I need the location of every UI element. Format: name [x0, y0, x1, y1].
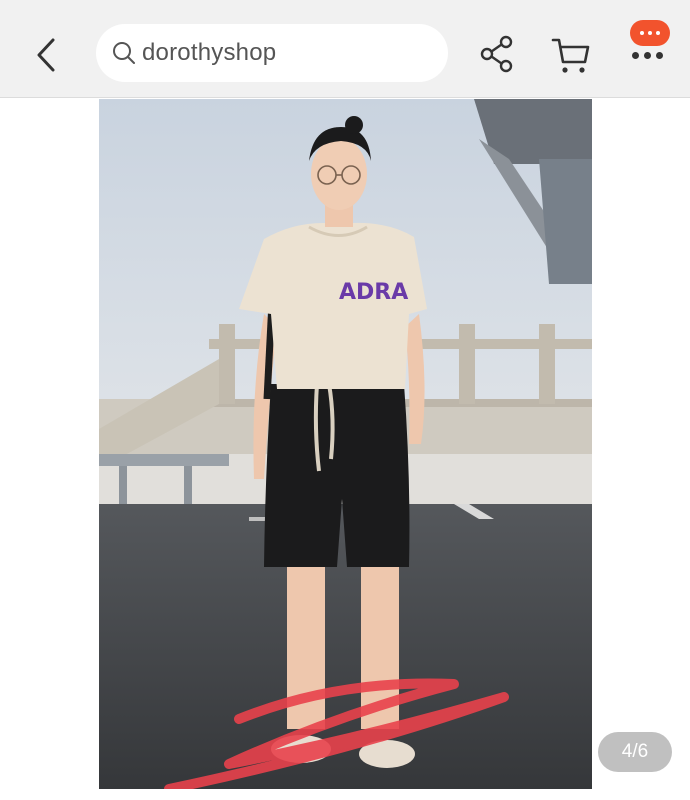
- search-input[interactable]: dorothyshop: [96, 24, 448, 82]
- top-navigation-bar: dorothyshop: [0, 0, 690, 98]
- product-photo[interactable]: ADRA: [99, 99, 592, 789]
- chevron-left-icon: [37, 38, 55, 72]
- cart-button[interactable]: [550, 34, 592, 76]
- image-counter-badge: 4/6: [598, 732, 672, 772]
- search-query-text: dorothyshop: [142, 39, 277, 66]
- shopping-cart-icon: [551, 38, 590, 73]
- shirt-print-text: ADRA: [339, 280, 408, 305]
- search-icon: [110, 39, 138, 67]
- share-icon: [480, 35, 513, 73]
- back-button[interactable]: [26, 30, 66, 80]
- product-detail-screen: dorothyshop ADRA 4/6: [0, 0, 690, 800]
- share-button[interactable]: [478, 34, 518, 74]
- chat-bubble-icon: [630, 20, 670, 46]
- more-dots-icon: [632, 52, 663, 59]
- more-menu-button[interactable]: [622, 16, 682, 76]
